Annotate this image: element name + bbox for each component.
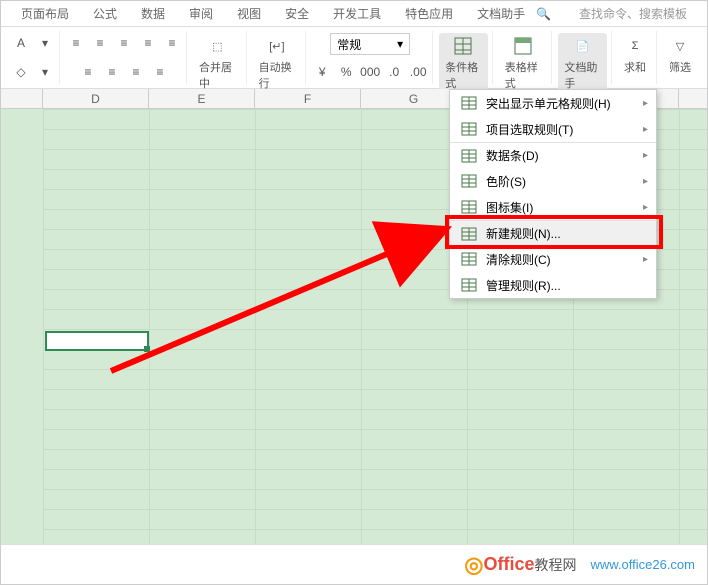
percent-icon[interactable]: % (336, 62, 356, 82)
font-size-icon[interactable]: A (11, 33, 31, 53)
merge-button[interactable]: ⬚ 合并居中 (193, 33, 242, 93)
fill-color-icon[interactable]: ◇ (11, 62, 31, 82)
site-logo: ◎ Office 教程网 (464, 552, 576, 578)
brand1: Office (483, 554, 534, 575)
number-format-select[interactable]: 常规 ▾ (330, 33, 410, 55)
dec-decimal-icon[interactable]: .00 (408, 62, 428, 82)
menu-label: 清除规则(C) (486, 251, 551, 268)
comma-icon[interactable]: 000 (360, 62, 380, 82)
submenu-arrow-icon: ▸ (643, 176, 648, 187)
submenu-arrow-icon: ▸ (643, 150, 648, 161)
align-middle-icon[interactable]: ≡ (90, 33, 110, 53)
menu-item[interactable]: 清除规则(C) ▸ (450, 246, 656, 272)
merge-icon: ⬚ (206, 35, 228, 57)
inc-decimal-icon[interactable]: .0 (384, 62, 404, 82)
sum-label: 求和 (624, 59, 646, 75)
menu-item[interactable]: 色阶(S) ▸ (450, 168, 656, 194)
menu-icon (460, 121, 478, 137)
submenu-arrow-icon: ▸ (643, 254, 648, 265)
tab-review[interactable]: 审阅 (177, 5, 225, 22)
menu-item[interactable]: 项目选取规则(T) ▸ (450, 116, 656, 142)
wrap-label: 自动换行 (259, 59, 296, 91)
footer: ◎ Office 教程网 www.office26.com (1, 544, 707, 584)
tab-dev[interactable]: 开发工具 (321, 5, 393, 22)
table-style-icon (512, 35, 534, 57)
brand2: 教程网 (534, 555, 576, 575)
cell-selection[interactable] (45, 331, 149, 351)
tab-data[interactable]: 数据 (129, 5, 177, 22)
filter-button[interactable]: ▽ 筛选 (663, 33, 697, 77)
menu-icon (460, 148, 478, 164)
merge-label: 合并居中 (199, 59, 236, 91)
cond-format-menu: 突出显示单元格规则(H) ▸ 项目选取规则(T) ▸ 数据条(D) ▸ 色阶(S) ▸ 图标集(… (449, 89, 657, 299)
tab-featured[interactable]: 特色应用 (393, 5, 465, 22)
indent-left-icon[interactable]: ≡ (138, 33, 158, 53)
align-top-icon[interactable]: ≡ (66, 33, 86, 53)
search-box[interactable]: 🔍 查找命令、搜索模板 (524, 5, 699, 22)
menu-label: 色阶(S) (486, 173, 526, 190)
ribbon: A ▾ ◇ ▾ ≡ ≡ ≡ ≡ ≡ ≡ ≡ ≡ ≡ ⬚ 合并居中 [↵] (1, 27, 707, 89)
menu-icon (460, 277, 478, 293)
col-f[interactable]: F (255, 89, 361, 108)
menu-label: 管理规则(R)... (486, 277, 561, 294)
menu-item[interactable]: 数据条(D) ▸ (450, 142, 656, 168)
sigma-icon: Σ (624, 35, 646, 57)
menu-item[interactable]: 突出显示单元格规则(H) ▸ (450, 90, 656, 116)
dropdown-icon[interactable]: ▾ (35, 33, 55, 53)
highlight-box (445, 215, 663, 249)
menu-label: 图标集(I) (486, 199, 533, 216)
tab-layout[interactable]: 页面布局 (9, 5, 81, 22)
dropdown-icon[interactable]: ▾ (35, 62, 55, 82)
menu-icon (460, 173, 478, 189)
corner-cell[interactable] (1, 89, 43, 108)
tablestyle-label: 表格样式 (505, 59, 542, 91)
condfmt-label: 条件格式 (445, 59, 482, 91)
search-placeholder: 查找命令、搜索模板 (567, 5, 699, 22)
submenu-arrow-icon: ▸ (643, 98, 648, 109)
tab-view[interactable]: 视图 (225, 5, 273, 22)
menu-label: 突出显示单元格规则(H) (486, 95, 611, 112)
menu-label: 项目选取规则(T) (486, 121, 573, 138)
indent-right-icon[interactable]: ≡ (162, 33, 182, 53)
search-icon: 🔍 (524, 7, 563, 21)
doc-helper-icon: 📄 (572, 35, 594, 57)
align-bottom-icon[interactable]: ≡ (114, 33, 134, 53)
col-e[interactable]: E (149, 89, 255, 108)
menu-icon (460, 199, 478, 215)
wrap-icon: [↵] (266, 35, 288, 57)
menu-icon (460, 251, 478, 267)
align-justify-icon[interactable]: ≡ (150, 62, 170, 82)
col-d[interactable]: D (43, 89, 149, 108)
dochelper-label: 文档助手 (564, 59, 601, 91)
doc-helper-button[interactable]: 📄 文档助手 (558, 33, 607, 93)
align-right-icon[interactable]: ≡ (126, 62, 146, 82)
tab-security[interactable]: 安全 (273, 5, 321, 22)
filter-icon: ▽ (669, 35, 691, 57)
wrap-button[interactable]: [↵] 自动换行 (253, 33, 302, 93)
menu-item[interactable]: 管理规则(R)... (450, 272, 656, 298)
filter-label: 筛选 (669, 59, 691, 75)
sum-button[interactable]: Σ 求和 (618, 33, 652, 77)
tab-formula[interactable]: 公式 (81, 5, 129, 22)
align-center-icon[interactable]: ≡ (102, 62, 122, 82)
cond-format-button[interactable]: 条件格式 (439, 33, 488, 93)
cond-format-icon (452, 35, 474, 57)
submenu-arrow-icon: ▸ (643, 202, 648, 213)
tab-bar: 页面布局 公式 数据 审阅 视图 安全 开发工具 特色应用 文档助手 🔍 查找命… (1, 1, 707, 27)
site-url[interactable]: www.office26.com (590, 557, 695, 572)
menu-label: 数据条(D) (486, 147, 539, 164)
dropdown-icon: ▾ (397, 37, 403, 51)
numfmt-label: 常规 (337, 36, 361, 53)
table-style-button[interactable]: 表格样式 (499, 33, 548, 93)
currency-icon[interactable]: ¥ (312, 62, 332, 82)
submenu-arrow-icon: ▸ (643, 124, 648, 135)
align-left-icon[interactable]: ≡ (78, 62, 98, 82)
menu-icon (460, 95, 478, 111)
logo-o-icon: ◎ (464, 552, 483, 578)
